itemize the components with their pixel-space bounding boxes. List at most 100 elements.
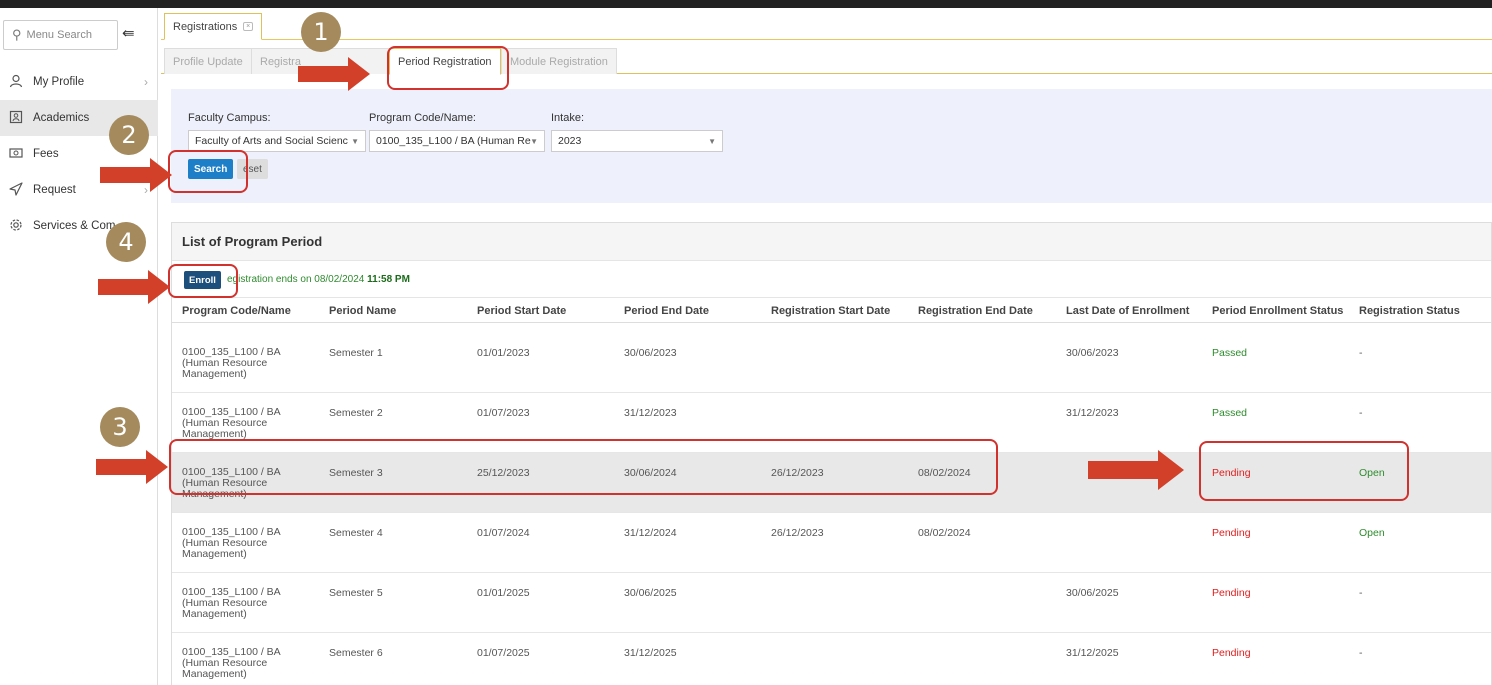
- faculty-campus-label: Faculty Campus:: [188, 112, 271, 124]
- start-date-cell: 01/07/2025: [477, 647, 530, 659]
- arrow-right-icon: [100, 158, 172, 192]
- last-date-cell: 30/06/2023: [1066, 347, 1119, 359]
- column-header[interactable]: Registration Start Date: [771, 305, 890, 317]
- enroll-status-cell: Passed: [1212, 347, 1248, 359]
- chevron-down-icon: ▼: [351, 137, 359, 146]
- sidebar-item-label: Academics: [33, 112, 90, 124]
- chevron-down-icon: ▼: [530, 137, 538, 146]
- chevron-down-icon: ▼: [708, 137, 716, 146]
- close-tab-icon[interactable]: ×: [243, 22, 254, 31]
- intake-value: 2023: [558, 135, 582, 147]
- program-code-select[interactable]: 0100_135_L100 / BA (Human Re ▼: [369, 130, 545, 152]
- start-date-cell: 01/07/2023: [477, 407, 530, 419]
- period-cell: Semester 6: [329, 647, 383, 659]
- column-header[interactable]: Program Code/Name: [182, 305, 291, 317]
- filter-panel: Faculty Campus: Program Code/Name: Intak…: [171, 89, 1492, 203]
- end-date-cell: 30/06/2023: [624, 347, 677, 359]
- highlight-status-cells: [1199, 441, 1409, 501]
- reg-status-cell: -: [1359, 347, 1363, 359]
- list-title: List of Program Period: [172, 223, 1491, 261]
- period-cell: Semester 4: [329, 527, 383, 539]
- tab-module-registration[interactable]: Module Registration: [501, 48, 617, 74]
- top-bar: [0, 0, 1492, 8]
- reg-status-cell: -: [1359, 647, 1363, 659]
- sidebar-item-label: Request: [33, 184, 76, 196]
- column-header[interactable]: Registration Status: [1359, 305, 1460, 317]
- sidebar-item-label: My Profile: [33, 76, 85, 88]
- column-header[interactable]: Last Date of Enrollment: [1066, 305, 1189, 317]
- program-cell: 0100_135_L100 / BA (Human Resource Manag…: [182, 586, 281, 620]
- program-cell: 0100_135_L100 / BA (Human Resource Manag…: [182, 646, 281, 680]
- end-date-cell: 31/12/2025: [624, 647, 677, 659]
- registration-deadline-text: egistration ends on 08/02/2024: [227, 274, 365, 285]
- start-date-cell: 01/01/2023: [477, 347, 530, 359]
- start-date-cell: 01/07/2024: [477, 527, 530, 539]
- user-icon: [7, 74, 25, 91]
- chevron-right-icon: ›: [144, 75, 148, 89]
- column-header[interactable]: Period End Date: [624, 305, 709, 317]
- tab-profile-update[interactable]: Profile Update: [164, 48, 252, 74]
- search-icon: ⚲: [12, 27, 22, 42]
- period-cell: Semester 1: [329, 347, 383, 359]
- faculty-campus-value: Faculty of Arts and Social Scienc: [195, 135, 348, 147]
- start-date-cell: 01/01/2025: [477, 587, 530, 599]
- menu-search-input[interactable]: ⚲ Menu Search: [3, 20, 118, 50]
- intake-select[interactable]: 2023 ▼: [551, 130, 723, 152]
- outer-tab-bar: Registrations ×: [161, 8, 1492, 40]
- arrow-right-icon: [1088, 450, 1184, 490]
- program-code-value: 0100_135_L100 / BA (Human Re: [376, 135, 531, 147]
- sidebar: ⚲ Menu Search ⇚ My Profile › Academics F…: [0, 8, 158, 685]
- money-icon: [7, 146, 25, 163]
- table-row[interactable]: 0100_135_L100 / BA (Human Resource Manag…: [172, 513, 1491, 573]
- last-date-cell: 31/12/2025: [1066, 647, 1119, 659]
- registration-deadline-time: 11:58 PM: [367, 274, 410, 285]
- main-content: Registrations × Profile Update Registra …: [161, 8, 1492, 685]
- table-row[interactable]: 0100_135_L100 / BA (Human Resource Manag…: [172, 573, 1491, 633]
- reg-status-cell: -: [1359, 587, 1363, 599]
- step-badge-3: 3: [100, 407, 140, 447]
- collapse-menu-icon[interactable]: ⇚: [122, 24, 135, 42]
- highlight-enroll-button: [168, 264, 238, 298]
- enroll-status-cell: Passed: [1212, 407, 1248, 419]
- program-code-label: Program Code/Name:: [369, 112, 476, 124]
- column-header[interactable]: Period Enrollment Status: [1212, 305, 1343, 317]
- column-header[interactable]: Period Start Date: [477, 305, 566, 317]
- program-cell: 0100_135_L100 / BA (Human Resource Manag…: [182, 526, 281, 560]
- tab-registrations[interactable]: Registrations ×: [164, 13, 263, 40]
- table-row[interactable]: 0100_135_L100 / BA (Human Resource Manag…: [172, 333, 1491, 393]
- end-date-cell: 30/06/2025: [624, 587, 677, 599]
- highlight-semester-3-row: [169, 439, 998, 495]
- faculty-campus-select[interactable]: Faculty of Arts and Social Scienc ▼: [188, 130, 366, 152]
- arrow-right-icon: [96, 450, 168, 484]
- last-date-cell: 30/06/2025: [1066, 587, 1119, 599]
- enroll-status-cell: Pending: [1212, 527, 1251, 539]
- intake-label: Intake:: [551, 112, 585, 124]
- table-row[interactable]: 0100_135_L100 / BA (Human Resource Manag…: [172, 633, 1491, 685]
- column-header[interactable]: Period Name: [329, 305, 396, 317]
- step-badge-1: 1: [301, 12, 341, 52]
- program-cell: 0100_135_L100 / BA (Human Resource Manag…: [182, 346, 281, 380]
- sidebar-item-label: Services & Com: [33, 220, 116, 232]
- last-date-cell: 31/12/2023: [1066, 407, 1119, 419]
- end-date-cell: 31/12/2024: [624, 527, 677, 539]
- tab-label: Registrations: [173, 20, 238, 33]
- enroll-status-cell: Pending: [1212, 647, 1251, 659]
- period-cell: Semester 2: [329, 407, 383, 419]
- highlight-search-button: [168, 150, 248, 193]
- sidebar-item-label: Fees: [33, 148, 59, 160]
- reg-status-cell: Open: [1359, 527, 1385, 539]
- step-badge-2: 2: [109, 115, 149, 155]
- sidebar-item-my-profile[interactable]: My Profile ›: [0, 64, 158, 100]
- reg-start-cell: 26/12/2023: [771, 527, 824, 539]
- column-header[interactable]: Registration End Date: [918, 305, 1033, 317]
- period-cell: Semester 5: [329, 587, 383, 599]
- reg-status-cell: -: [1359, 407, 1363, 419]
- id-card-icon: [7, 110, 25, 127]
- registration-deadline-note: egistration ends on 08/02/2024 11:58 PM: [227, 274, 410, 285]
- enroll-status-cell: Pending: [1212, 587, 1251, 599]
- end-date-cell: 31/12/2023: [624, 407, 677, 419]
- paper-plane-icon: [7, 181, 25, 199]
- arrow-right-icon: [98, 270, 170, 304]
- gear-icon: [7, 218, 25, 235]
- step-badge-4: 4: [106, 222, 146, 262]
